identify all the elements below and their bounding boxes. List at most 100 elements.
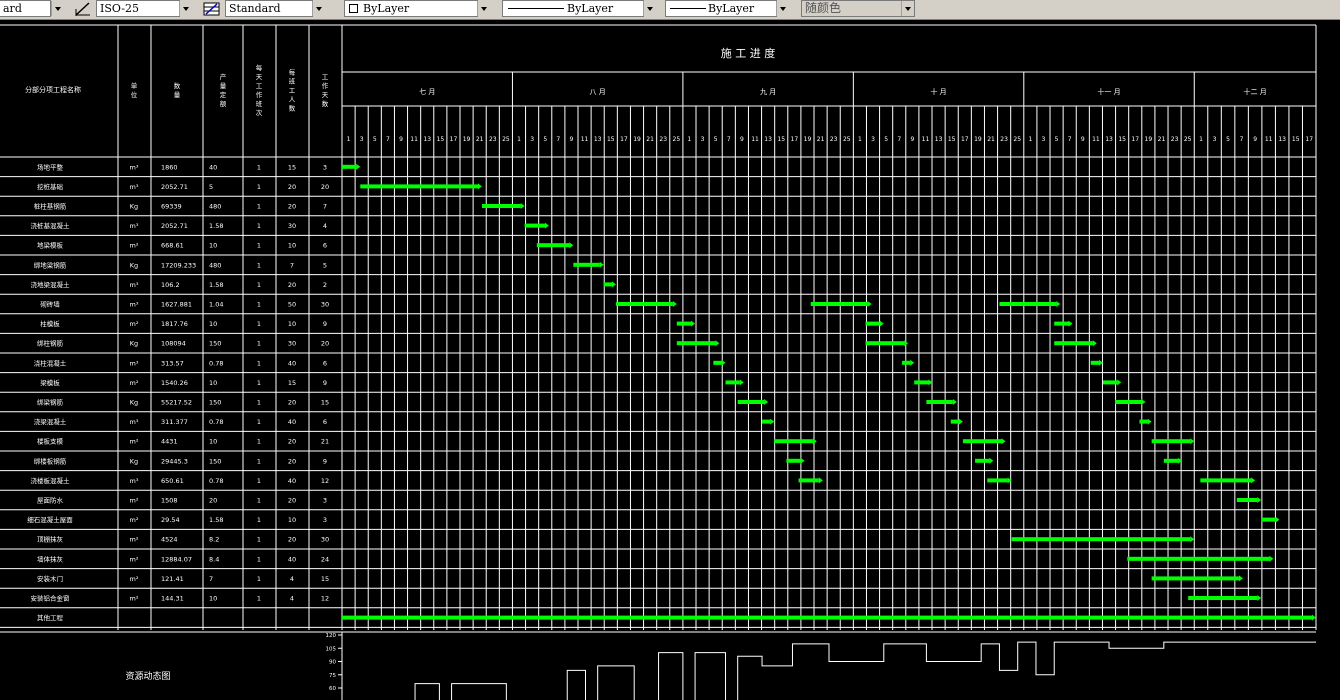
day-label: 5 (543, 136, 547, 143)
task-workers: 30 (288, 222, 296, 230)
task-workers: 10 (288, 242, 296, 250)
task-shifts: 1 (257, 183, 261, 191)
task-days: 4 (323, 222, 327, 230)
text-style-select[interactable]: ard (0, 0, 51, 17)
task-unit: m² (130, 516, 139, 524)
task-workers: 4 (290, 595, 294, 603)
day-label: 5 (1055, 136, 1059, 143)
cad-drawing-canvas[interactable]: 施 工 进 度 七 月八 月九 月十 月十一 月十二 月 1 3 5 7 9 11 13 15… (0, 20, 1340, 700)
day-label: 19 (463, 136, 471, 143)
layer-dropdown-icon[interactable] (477, 1, 490, 16)
day-label: 21 (1158, 136, 1166, 143)
task-shifts: 1 (257, 418, 261, 426)
table-row: 绑柱钢筋 Kg 108094 150 1 30 20 (37, 339, 329, 348)
gantt-bar-arrow (1257, 497, 1262, 503)
task-unit: m² (130, 497, 139, 505)
day-label: 5 (884, 136, 888, 143)
month-label: 七 月 (419, 87, 435, 96)
task-quantity: 106.2 (161, 281, 180, 289)
gantt-bar (1188, 596, 1258, 600)
task-quantity: 1540.26 (161, 379, 188, 387)
day-label: 1 (347, 136, 351, 143)
task-name: 浇柱混凝土 (34, 358, 67, 367)
gantt-bar-arrow (800, 457, 805, 464)
properties-toolbar: ard ISO-25 Standard ByLayer ByLayer ByLa… (0, 0, 1340, 20)
task-name: 绑地梁钢筋 (34, 260, 67, 269)
task-quantity: 108094 (161, 340, 186, 348)
day-label: 25 (1013, 136, 1021, 143)
gantt-bar-arrow (1275, 516, 1280, 523)
table-style-dropdown-icon[interactable] (312, 1, 325, 16)
table-row: 其他工程 (37, 613, 64, 622)
day-label: 23 (659, 136, 667, 143)
table-row: 绑地梁钢筋 Kg 17209.233 480 1 7 5 (34, 260, 327, 269)
gantt-bar (603, 282, 612, 287)
task-workers: 10 (288, 516, 296, 524)
resource-chart-label: 资源动态图 (125, 670, 170, 682)
gantt-bar-arrow (812, 438, 817, 445)
text-style-dropdown-icon[interactable] (51, 1, 64, 16)
task-rate: 8.4 (209, 555, 219, 563)
task-days: 20 (321, 183, 329, 191)
gantt-bar-arrow (867, 301, 872, 307)
task-days: 24 (321, 555, 329, 563)
task-name: 场地平整 (37, 162, 64, 171)
gantt-bar-arrow (1312, 614, 1316, 621)
task-name: 砌砖墙 (40, 300, 60, 309)
gantt-bar-arrow (1238, 575, 1243, 582)
gantt-bar-arrow (1068, 320, 1073, 327)
linetype-dropdown-icon[interactable] (643, 1, 656, 16)
task-days: 7 (323, 203, 327, 211)
table-row: 细石混凝土屋面 m² 29.54 1.58 1 10 3 (27, 515, 327, 524)
task-quantity: 144.31 (161, 595, 184, 603)
task-unit: m³ (130, 418, 139, 426)
task-rate: 20 (209, 497, 217, 505)
task-rate: 1.58 (209, 222, 223, 230)
gantt-bar (676, 321, 692, 326)
header-shifts: 每天工作班次 (256, 63, 263, 117)
layer-select[interactable]: ByLayer (344, 0, 478, 17)
day-label: 9 (740, 136, 744, 143)
dimension-style-dropdown-icon[interactable] (179, 1, 192, 16)
table-style-select[interactable]: Standard (225, 0, 313, 17)
table-row: 楼板支模 m² 4431 10 1 20 21 (37, 437, 329, 446)
task-unit: Kg (130, 203, 138, 211)
header-workers: 每班工人数 (289, 68, 296, 113)
task-unit: m² (130, 536, 139, 544)
task-shifts: 1 (257, 379, 261, 387)
task-workers: 30 (288, 340, 296, 348)
gantt-bar (1127, 556, 1270, 561)
task-days: 30 (321, 301, 329, 309)
gantt-bar (999, 302, 1057, 306)
table-row: 安装铝合金窗 m² 144.31 10 1 4 12 (31, 594, 330, 603)
dimension-style-select[interactable]: ISO-25 (96, 0, 180, 17)
gantt-bar-arrow (356, 163, 361, 170)
task-days: 6 (323, 242, 327, 250)
gantt-bar (865, 321, 880, 326)
gantt-bar-arrow (569, 242, 574, 249)
table-style-icon[interactable] (203, 1, 221, 17)
task-rate: 10 (209, 242, 217, 250)
task-unit: m² (130, 575, 139, 583)
task-quantity: 1817.76 (161, 320, 188, 328)
day-label: 3 (701, 136, 705, 143)
header-unit: 单位 (131, 81, 138, 99)
dimension-style-icon[interactable] (74, 1, 92, 17)
task-days: 30 (321, 536, 329, 544)
task-name: 浇桩基混凝土 (31, 221, 71, 230)
task-days: 5 (323, 261, 327, 269)
task-workers: 20 (288, 183, 296, 191)
lineweight-dropdown-icon[interactable] (776, 1, 789, 16)
day-label: 11 (751, 136, 759, 143)
text-style-value: ard (3, 2, 22, 15)
gantt-bar (536, 243, 570, 248)
day-label: 7 (727, 136, 731, 143)
resource-tick-label: 90 (329, 660, 336, 666)
task-shifts: 1 (257, 301, 261, 309)
task-shifts: 1 (257, 281, 261, 289)
day-label: 17 (620, 136, 628, 143)
layer-color-swatch-icon (349, 4, 358, 13)
gantt-bar-arrow (691, 320, 696, 327)
gantt-bar (360, 184, 479, 189)
table-row: 浇梁混凝土 m³ 311.377 0.78 1 40 6 (34, 417, 327, 426)
